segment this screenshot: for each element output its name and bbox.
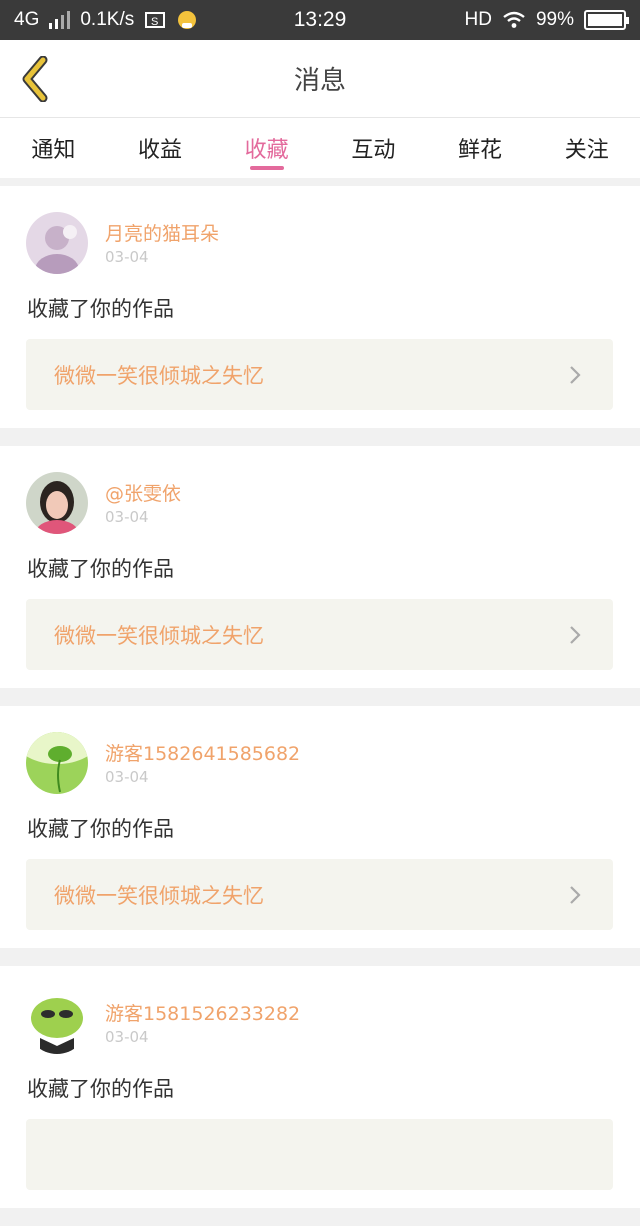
avatar[interactable] [26,992,88,1054]
chevron-right-icon [565,623,585,647]
chevron-right-icon [565,883,585,907]
list-item: 月亮的猫耳朵 03-04 收藏了你的作品 微微一笑很倾城之失忆 [0,186,640,428]
hd-indicator: HD [464,9,492,30]
action-text: 收藏了你的作品 [27,817,174,841]
app-notification-icon [176,9,198,31]
message-tabs: 通知 收益 收藏 互动 鲜花 关注 [0,118,640,178]
wifi-icon [502,11,526,29]
action-text: 收藏了你的作品 [27,1077,174,1101]
notification-date: 03-04 [105,248,149,266]
work-title: 微微一笑很倾城之失忆 [54,623,264,648]
username[interactable]: 游客1581526233282 [105,999,300,1026]
signal-icon [49,11,71,29]
network-type: 4G [14,9,40,30]
tab-earnings[interactable]: 收益 [107,118,214,178]
action-text: 收藏了你的作品 [27,297,174,321]
battery-icon [584,10,629,30]
username[interactable]: 游客1582641585682 [105,739,300,766]
work-title: 微微一笑很倾城之失忆 [54,883,264,908]
username[interactable]: @张雯依 [105,479,181,506]
notification-date: 03-04 [105,768,149,786]
username[interactable]: 月亮的猫耳朵 [105,219,219,246]
list-item: 游客1581526233282 03-04 收藏了你的作品 [0,966,640,1208]
work-link[interactable] [26,1119,613,1190]
avatar[interactable] [26,732,88,794]
avatar[interactable] [26,212,88,274]
work-link[interactable]: 微微一笑很倾城之失忆 [26,339,613,410]
notification-list: 月亮的猫耳朵 03-04 收藏了你的作品 微微一笑很倾城之失忆 @张雯依 03-… [0,186,640,1226]
notification-date: 03-04 [105,1028,149,1046]
avatar[interactable] [26,472,88,534]
back-button[interactable] [12,54,58,104]
work-title: 微微一笑很倾城之失忆 [54,363,264,388]
battery-percent: 99% [535,9,574,30]
tab-flowers[interactable]: 鲜花 [427,118,534,178]
notification-date: 03-04 [105,508,149,526]
tab-interaction[interactable]: 互动 [320,118,427,178]
tab-notice[interactable]: 通知 [0,118,107,178]
tab-follow[interactable]: 关注 [533,118,640,178]
top-nav-bar: 消息 [0,40,640,118]
net-speed: 0.1K/s [80,9,135,30]
list-item: @张雯依 03-04 收藏了你的作品 微微一笑很倾城之失忆 [0,446,640,688]
svg-text:S: S [151,16,158,28]
work-link[interactable]: 微微一笑很倾城之失忆 [26,859,613,930]
tab-favorites[interactable]: 收藏 [213,118,320,178]
page-title: 消息 [293,66,346,96]
chevron-left-icon [22,56,48,102]
action-text: 收藏了你的作品 [27,557,174,581]
status-bar: 4G 0.1K/s S 13:29 HD 99% [0,0,640,40]
work-link[interactable]: 微微一笑很倾城之失忆 [26,599,613,670]
screenshot-icon: S [144,10,166,30]
list-item: 游客1582641585682 03-04 收藏了你的作品 微微一笑很倾城之失忆 [0,706,640,948]
chevron-right-icon [565,363,585,387]
